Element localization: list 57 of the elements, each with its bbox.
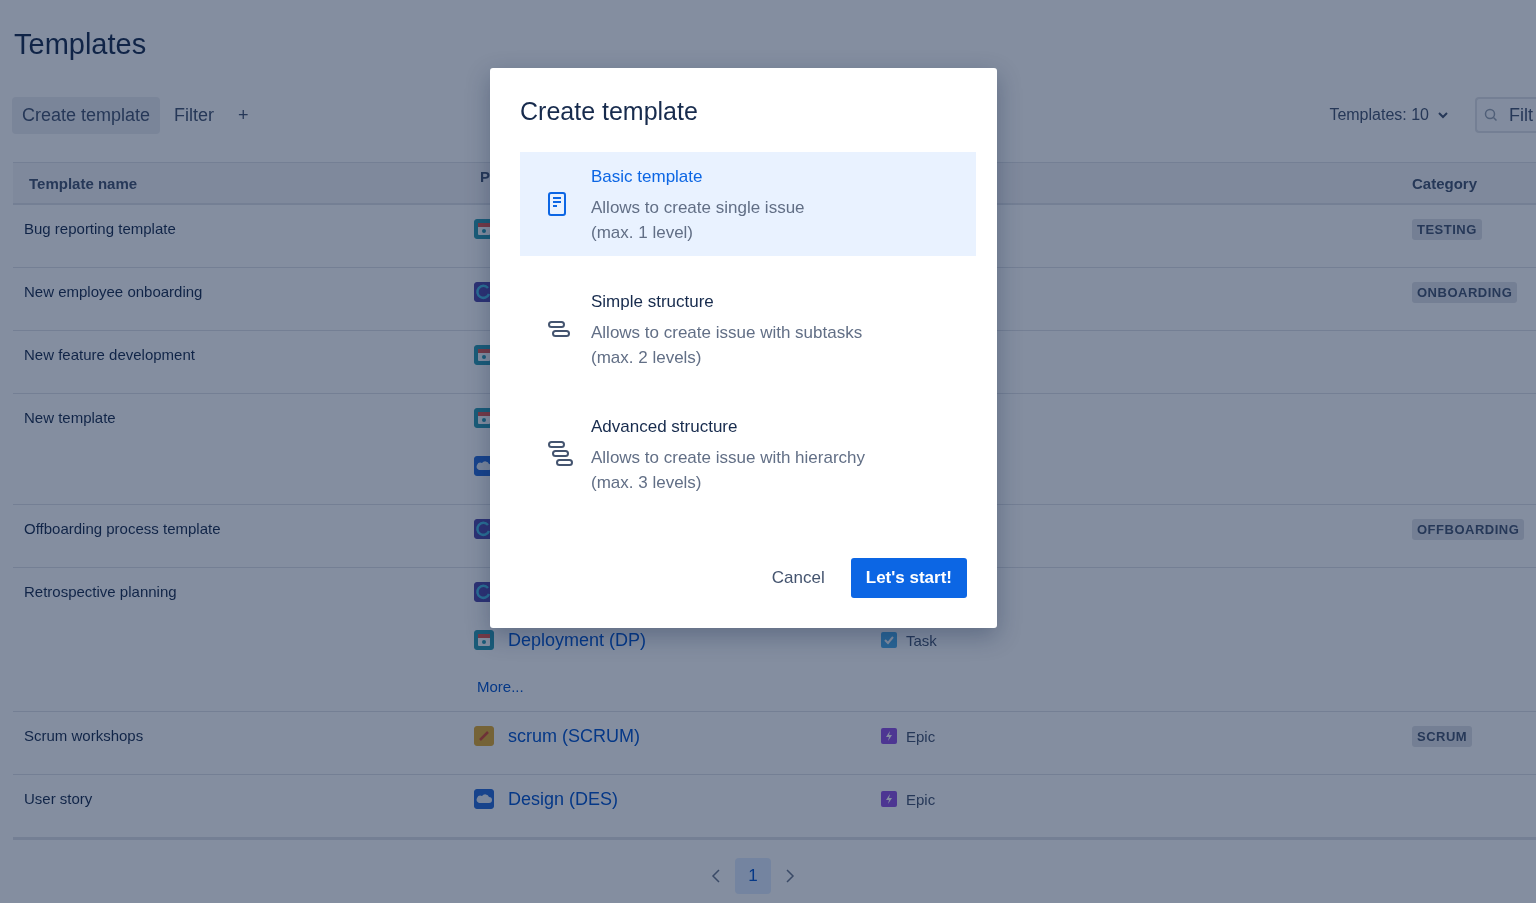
more-link[interactable]: More... <box>474 677 881 697</box>
column-header: Category <box>1412 174 1478 192</box>
option-note: (max. 2 levels) <box>591 346 703 369</box>
column-header: P <box>480 167 490 185</box>
search-icon <box>1484 108 1498 122</box>
project-link[interactable]: Deployment (DP) <box>508 629 647 651</box>
add-filter-button[interactable]: + <box>228 96 259 134</box>
template-name[interactable]: New feature development <box>24 346 195 363</box>
template-option[interactable]: Basic template Allows to create single issue (max. 1 level) <box>520 152 976 256</box>
project-link[interactable]: Design (DES) <box>508 788 619 810</box>
start-button[interactable]: Let's start! <box>850 558 967 598</box>
document-icon <box>548 192 566 216</box>
category-label: OFFBOARDING <box>1412 519 1525 540</box>
checkbox-icon <box>881 632 897 648</box>
pencil-icon <box>474 726 494 746</box>
template-name[interactable]: Offboarding process template <box>24 520 221 537</box>
page-title: Templates <box>13 27 148 62</box>
column-header: Template name <box>29 174 138 192</box>
category-label: ONBOARDING <box>1412 282 1518 303</box>
issue-type-label: Task <box>906 631 937 649</box>
template-name[interactable]: User story <box>24 790 93 807</box>
option-title: Basic template <box>591 165 704 188</box>
category-label: TESTING <box>1412 219 1482 240</box>
option-description: Allows to create issue with hierarchy <box>591 446 865 469</box>
template-name[interactable]: Bug reporting template <box>24 220 176 237</box>
filter-button[interactable]: Filter <box>164 96 225 134</box>
calendar-icon <box>474 630 494 650</box>
option-description: Allows to create issue with subtasks <box>591 321 863 344</box>
template-option[interactable]: Simple structure Allows to create issue with subtasks (max. 2 levels) <box>520 277 976 381</box>
issue-type-label: Epic <box>906 727 936 745</box>
issue-type-label: Epic <box>906 790 936 808</box>
template-name[interactable]: Retrospective planning <box>24 583 177 600</box>
create-template-button[interactable]: Create template <box>12 96 161 134</box>
lightning-icon <box>881 728 897 744</box>
page-button[interactable]: 1 <box>735 858 771 894</box>
option-note: (max. 1 level) <box>591 221 695 244</box>
category-label: SCRUM <box>1412 726 1473 747</box>
lightning-icon <box>881 791 897 807</box>
option-description: Allows to create single issue <box>591 196 805 219</box>
template-name[interactable]: Scrum workshops <box>24 727 144 744</box>
cancel-button[interactable]: Cancel <box>755 558 841 598</box>
option-title: Simple structure <box>591 290 715 313</box>
search-field[interactable]: Filt <box>1475 97 1536 133</box>
cloud-icon <box>474 789 494 809</box>
option-title: Advanced structure <box>591 415 739 438</box>
option-note: (max. 3 levels) <box>591 471 703 494</box>
template-name[interactable]: New employee onboarding <box>24 283 203 300</box>
stacked-bars-icon <box>548 441 574 467</box>
chevron-down-icon <box>1437 109 1449 121</box>
dialog-title: Create template <box>520 96 699 126</box>
templates-count-dropdown[interactable]: Templates: 10 <box>1323 105 1455 125</box>
template-option[interactable]: Advanced structure Allows to create issue with hierarchy (max. 3 levels) <box>520 402 976 506</box>
project-link[interactable]: scrum (SCRUM) <box>508 725 640 747</box>
next-page-icon[interactable] <box>785 869 795 883</box>
previous-page-icon[interactable] <box>711 869 721 883</box>
template-name[interactable]: New template <box>24 409 116 426</box>
stacked-bars-icon <box>548 321 570 337</box>
